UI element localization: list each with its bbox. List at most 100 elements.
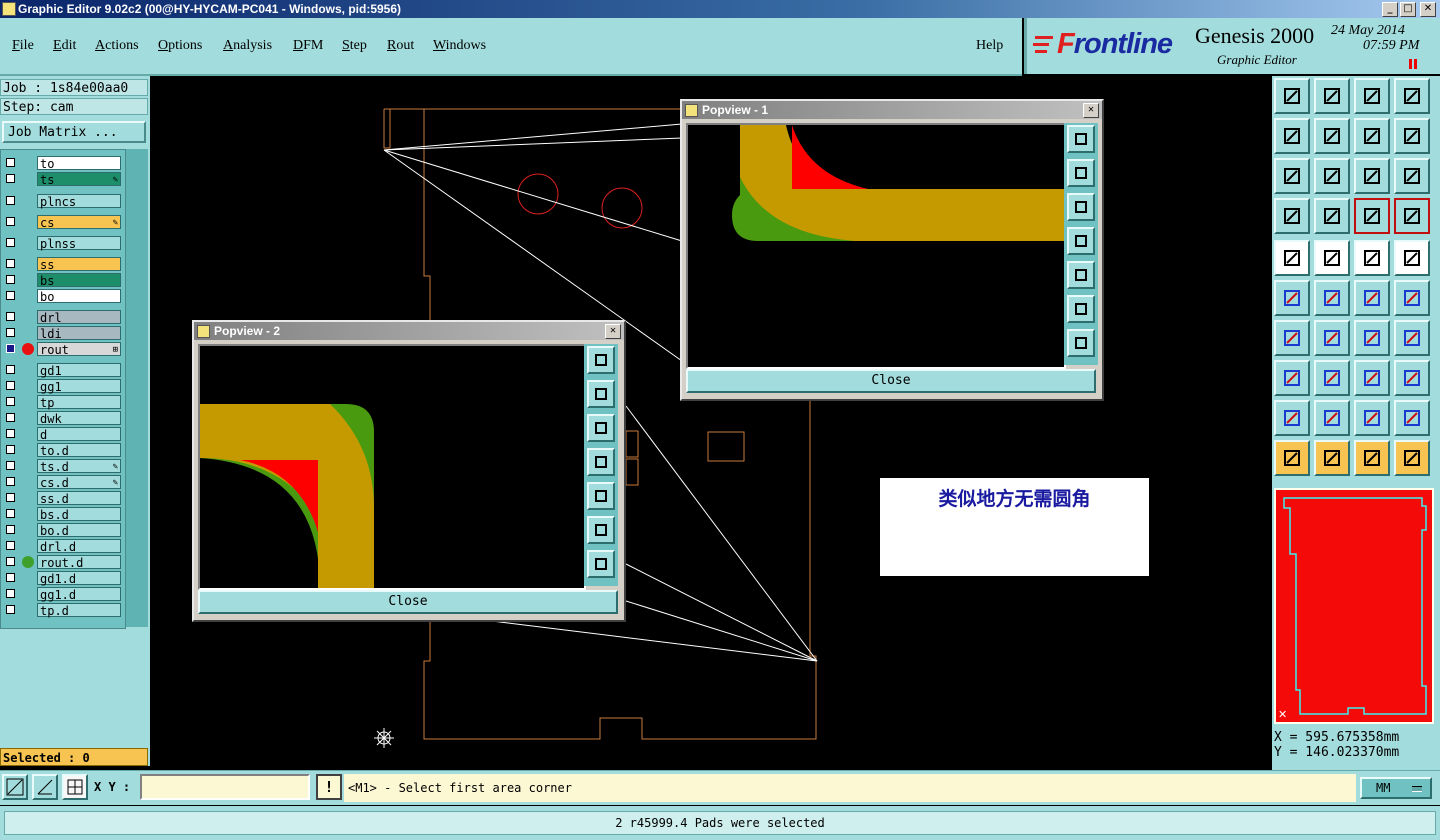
- line-edit-tool-button[interactable]: [1314, 360, 1350, 396]
- layer-name[interactable]: plnss: [37, 236, 121, 251]
- layer-name[interactable]: cs.d ✎: [37, 475, 121, 490]
- layer-name[interactable]: gd1.d: [37, 571, 121, 586]
- add-pad-tool-button[interactable]: [1274, 240, 1310, 276]
- layer-row[interactable]: tp: [3, 395, 121, 410]
- layer-row[interactable]: drl: [3, 310, 121, 325]
- popview-2-zoom-out-button[interactable]: [587, 550, 615, 578]
- menu-actions[interactable]: Actions: [95, 38, 139, 54]
- surface-tool-button[interactable]: [1274, 400, 1310, 436]
- feature-select-tool-button[interactable]: [1314, 240, 1350, 276]
- layer-name[interactable]: tp: [37, 395, 121, 410]
- layer-row[interactable]: dwk: [3, 411, 121, 426]
- layer-name[interactable]: plncs: [37, 194, 121, 209]
- layer-toggle-tool-button[interactable]: [1354, 198, 1390, 234]
- units-select[interactable]: MM: [1360, 777, 1432, 799]
- layer-checkbox[interactable]: [6, 344, 15, 353]
- popview-1-pan-up-button[interactable]: [1067, 159, 1095, 187]
- layer-row[interactable]: ldi: [3, 326, 121, 341]
- message-alert-button[interactable]: !: [316, 774, 342, 800]
- connect-tool-button[interactable]: [1274, 280, 1310, 316]
- layer-row[interactable]: gg1.d: [3, 587, 121, 602]
- copy-tool-button[interactable]: [1394, 280, 1430, 316]
- layer-checkbox[interactable]: [6, 605, 15, 614]
- split-tool-button[interactable]: [1394, 320, 1430, 356]
- arc-tool-button[interactable]: [1354, 320, 1390, 356]
- menu-file[interactable]: File: [12, 38, 34, 54]
- layer-name[interactable]: gg1.d: [37, 587, 121, 602]
- layer-checkbox[interactable]: [6, 413, 15, 422]
- zoom-extents-tool-button[interactable]: [1274, 158, 1310, 194]
- layer-checkbox[interactable]: [6, 365, 15, 374]
- layer-name[interactable]: gg1: [37, 379, 121, 394]
- layer-row[interactable]: ss.d: [3, 491, 121, 506]
- layer-name[interactable]: ldi: [37, 326, 121, 341]
- layer-name[interactable]: drl.d: [37, 539, 121, 554]
- layer-name[interactable]: ts ✎: [37, 172, 121, 187]
- layer-row[interactable]: rout ⊞: [3, 342, 121, 357]
- layer-row[interactable]: ts ✎: [3, 172, 121, 187]
- snap-tool-button[interactable]: [1274, 198, 1310, 234]
- close-window-button[interactable]: ✕: [1420, 2, 1436, 17]
- layer-checkbox[interactable]: [6, 461, 15, 470]
- popview-2-close-button[interactable]: Close: [198, 590, 618, 614]
- layer-name[interactable]: to: [37, 156, 121, 171]
- layer-name[interactable]: tp.d: [37, 603, 121, 618]
- undo-view-tool-button[interactable]: [1354, 118, 1390, 154]
- surface-3-tool-button[interactable]: [1354, 400, 1390, 436]
- layer-row[interactable]: bs.d: [3, 507, 121, 522]
- menu-dfm[interactable]: DFM: [293, 38, 323, 54]
- popview-1-view[interactable]: [686, 123, 1066, 369]
- popview-2-pan-down-button[interactable]: [587, 414, 615, 442]
- layer-checkbox[interactable]: [6, 509, 15, 518]
- scale-tool-button[interactable]: [1354, 158, 1390, 194]
- select-tool-button[interactable]: [1274, 440, 1310, 476]
- layer-name[interactable]: bs: [37, 273, 121, 288]
- snap-mode-button[interactable]: [2, 774, 28, 800]
- layer-row[interactable]: cs.d ✎: [3, 475, 121, 490]
- popview-2-pan-up-button[interactable]: [587, 380, 615, 408]
- menu-windows[interactable]: Windows: [433, 38, 486, 54]
- menu-step[interactable]: Step: [342, 38, 367, 54]
- popview-1-zoom-button[interactable]: [1067, 125, 1095, 153]
- layer-checkbox[interactable]: [6, 589, 15, 598]
- layer-row[interactable]: gg1: [3, 379, 121, 394]
- layer-name[interactable]: cs ✎: [37, 215, 121, 230]
- layer-checkbox[interactable]: [6, 397, 15, 406]
- popview-2-close-x-button[interactable]: ✕: [605, 324, 621, 339]
- layer-row[interactable]: gd1.d: [3, 571, 121, 586]
- layer-row[interactable]: bo.d: [3, 523, 121, 538]
- layer-checkbox[interactable]: [6, 275, 15, 284]
- layer-row[interactable]: ss: [3, 257, 121, 272]
- ruler-tool-button[interactable]: [1354, 240, 1390, 276]
- layer-checkbox[interactable]: [6, 259, 15, 268]
- layer-checkbox[interactable]: [6, 557, 15, 566]
- surface-4-tool-button[interactable]: [1394, 400, 1430, 436]
- arc-line-tool-button[interactable]: [1314, 320, 1350, 356]
- layer-name[interactable]: rout ⊞: [37, 342, 121, 357]
- line-tool-button[interactable]: [1274, 320, 1310, 356]
- layer-name[interactable]: ss.d: [37, 491, 121, 506]
- select-box-tool-button[interactable]: [1314, 440, 1350, 476]
- surface-2-tool-button[interactable]: [1314, 400, 1350, 436]
- layer-checkbox[interactable]: [6, 477, 15, 486]
- layer-name[interactable]: drl: [37, 310, 121, 325]
- popview-2-view[interactable]: [198, 344, 586, 590]
- layer-name[interactable]: ss: [37, 257, 121, 272]
- menu-options[interactable]: Options: [158, 38, 202, 54]
- layer-row[interactable]: gd1: [3, 363, 121, 378]
- popview-1-close-button[interactable]: Close: [686, 369, 1096, 393]
- layer-row[interactable]: drl.d: [3, 539, 121, 554]
- layer-name[interactable]: d: [37, 427, 121, 442]
- maximize-button[interactable]: □: [1400, 2, 1416, 17]
- zoom-window-tool-button[interactable]: [1314, 78, 1350, 114]
- layer-name[interactable]: bo.d: [37, 523, 121, 538]
- layer-checkbox[interactable]: [6, 541, 15, 550]
- layer-checkbox[interactable]: [6, 158, 15, 167]
- popview-1-pan-down-button[interactable]: [1067, 193, 1095, 221]
- move-tool-button[interactable]: [1354, 280, 1390, 316]
- popview-1-close-x-button[interactable]: ✕: [1083, 103, 1099, 118]
- grid-tool-button[interactable]: [1314, 198, 1350, 234]
- help-tool-button[interactable]: [1394, 158, 1430, 194]
- layer-row[interactable]: bs: [3, 273, 121, 288]
- overview-map[interactable]: ✕: [1274, 488, 1434, 724]
